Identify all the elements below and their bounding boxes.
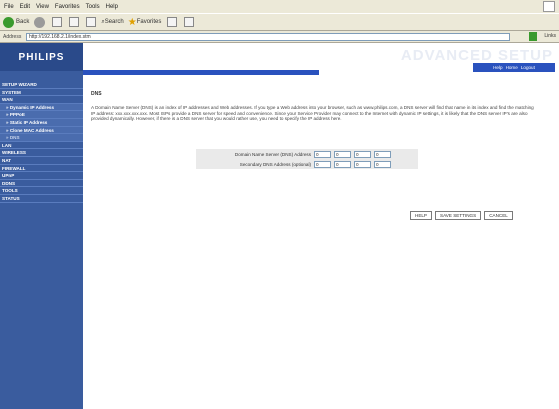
menu-tools[interactable]: Tools (86, 4, 100, 10)
secondary-dns-octet-2[interactable]: 0 (334, 160, 351, 168)
advanced-setup-banner: ADVANCED SETUP (400, 47, 553, 64)
sidebar: PHILIPS SETUP WIZARD SYSTEM WAN » Dynami… (0, 43, 83, 409)
search-label: Search (104, 19, 124, 25)
primary-dns-label: Domain Name Server (DNS) Address (234, 151, 311, 157)
cancel-button[interactable]: CANCEL (484, 211, 513, 220)
sidebar-item-wireless[interactable]: WIRELESS (0, 149, 83, 157)
sidebar-item-dns[interactable]: » DNS (0, 134, 83, 142)
address-label: Address (3, 33, 22, 40)
sidebar-item-setup-wizard[interactable]: SETUP WIZARD (0, 81, 83, 89)
action-buttons: HELP SAVE SETTINGS CANCEL (410, 211, 513, 220)
header-divider (83, 70, 319, 75)
back-button[interactable]: Back (3, 16, 29, 29)
sidebar-item-firewall[interactable]: FIREWALL (0, 165, 83, 173)
save-settings-button[interactable]: SAVE SETTINGS (435, 211, 482, 220)
star-icon: ★ (127, 16, 137, 28)
router-page: PHILIPS SETUP WIZARD SYSTEM WAN » Dynami… (0, 43, 559, 409)
back-arrow-icon (3, 16, 14, 28)
primary-dns-octet-2[interactable]: 0 (334, 150, 351, 158)
sidebar-nav: SETUP WIZARD SYSTEM WAN » Dynamic IP Add… (0, 81, 83, 203)
favorites-button[interactable]: ★ Favorites (128, 16, 162, 29)
secondary-dns-octet-3[interactable]: 0 (354, 160, 371, 168)
browser-window: File Edit View Favorites Tools Help Back… (0, 0, 559, 409)
secondary-dns-octet-4[interactable]: 0 (374, 160, 391, 168)
menu-help[interactable]: Help (106, 4, 118, 10)
primary-dns-octet-4[interactable]: 0 (374, 150, 391, 158)
sidebar-item-tools[interactable]: TOOLS (0, 187, 83, 195)
dns-description: A Domain Name Server (DNS) is an index o… (91, 105, 534, 122)
help-link[interactable]: Help (493, 65, 502, 70)
stop-button[interactable] (50, 16, 63, 29)
menu-file[interactable]: File (4, 4, 14, 10)
back-label: Back (16, 19, 30, 25)
menu-view[interactable]: View (36, 4, 49, 10)
refresh-icon (68, 17, 79, 27)
refresh-button[interactable] (67, 16, 80, 29)
mail-button[interactable] (182, 16, 195, 29)
mail-icon (183, 17, 194, 27)
sidebar-item-static-ip[interactable]: » Static IP Address (0, 118, 83, 127)
stop-icon (51, 17, 62, 27)
search-button[interactable]: ⌕ Search (101, 16, 123, 29)
sidebar-item-wan[interactable]: WAN (0, 96, 83, 104)
secondary-dns-row: Secondary DNS Address (optional) 0 0 0 0 (196, 159, 418, 169)
toolbar: Back ⌕ Search ★ Favorites (0, 13, 559, 31)
media-button[interactable] (165, 16, 178, 29)
menu-favorites[interactable]: Favorites (55, 4, 80, 10)
secondary-dns-label: Secondary DNS Address (optional) (239, 161, 311, 167)
dns-form: Domain Name Server (DNS) Address 0 0 0 0… (196, 149, 418, 169)
sidebar-item-nat[interactable]: NAT (0, 157, 83, 165)
sidebar-item-ddns[interactable]: DDNS (0, 180, 83, 188)
sidebar-item-dynamic-ip[interactable]: » Dynamic IP Address (0, 103, 83, 112)
menu-bar: File Edit View Favorites Tools Help (0, 0, 559, 13)
main-content: DNS A Domain Name Server (DNS) is an ind… (91, 91, 547, 122)
home-button[interactable] (84, 16, 97, 29)
favorites-label: Favorites (136, 19, 162, 25)
primary-dns-octet-3[interactable]: 0 (354, 150, 371, 158)
windows-logo-icon (543, 1, 555, 12)
primary-dns-row: Domain Name Server (DNS) Address 0 0 0 0 (196, 149, 418, 159)
sidebar-item-upnp[interactable]: UPnP (0, 172, 83, 180)
secondary-dns-octet-1[interactable]: 0 (314, 160, 331, 168)
logout-link[interactable]: Logout (521, 65, 535, 70)
sidebar-item-lan[interactable]: LAN (0, 142, 83, 150)
primary-dns-octet-1[interactable]: 0 (314, 150, 331, 158)
sidebar-item-pppoe[interactable]: » PPPoE (0, 111, 83, 119)
menu-edit[interactable]: Edit (20, 4, 30, 10)
forward-arrow-icon (34, 16, 46, 28)
philips-logo: PHILIPS (0, 43, 83, 71)
header-links: Help Home Logout (473, 63, 555, 72)
sidebar-item-system[interactable]: SYSTEM (0, 89, 83, 97)
sidebar-item-clone-mac[interactable]: » Clone MAC Address (0, 126, 83, 135)
page-title: DNS (91, 91, 102, 97)
page-header: ADVANCED SETUP Help Home Logout (83, 43, 559, 75)
home-icon (85, 17, 96, 27)
forward-button[interactable] (33, 16, 46, 29)
go-button[interactable] (529, 32, 537, 41)
media-icon (166, 17, 177, 27)
links-button[interactable]: Links (544, 33, 556, 39)
home-link[interactable]: Home (506, 65, 518, 70)
address-input[interactable]: http://192.168.2.1/index.stm (26, 33, 510, 41)
help-button[interactable]: HELP (410, 211, 433, 220)
sidebar-item-status[interactable]: STATUS (0, 195, 83, 203)
